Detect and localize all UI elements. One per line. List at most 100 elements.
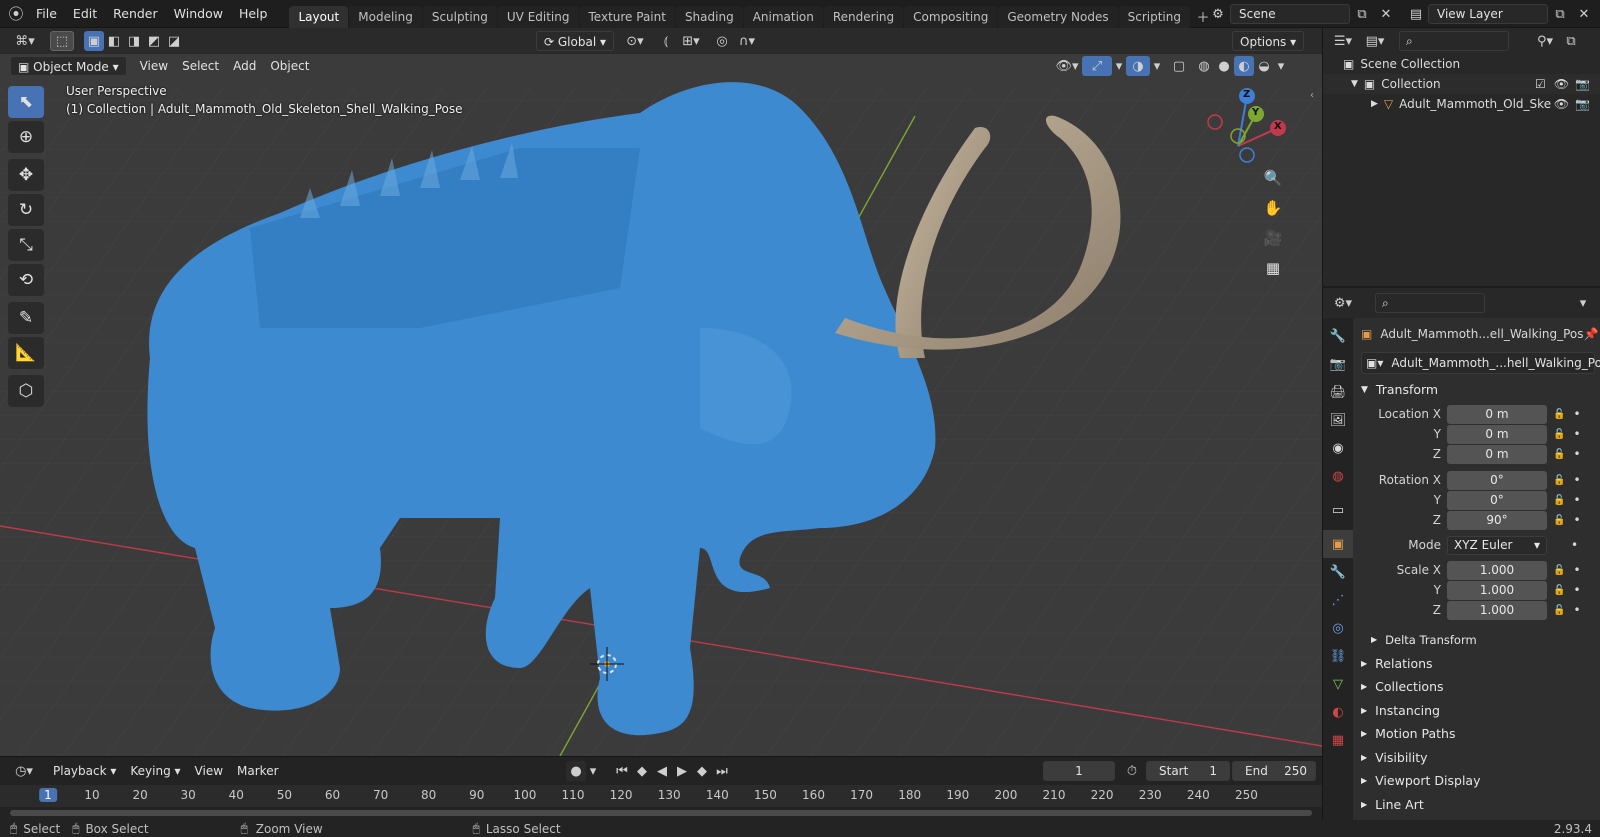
expand-arrow-icon[interactable]: ▼ — [1351, 74, 1358, 94]
object-tab-icon[interactable]: ▣ — [1323, 530, 1353, 558]
eye-icon[interactable]: 👁 — [1554, 74, 1569, 94]
menu-file[interactable]: File — [28, 0, 65, 28]
lock-icon[interactable]: 🔓 — [1553, 495, 1565, 506]
particles-tab-icon[interactable]: ⋰ — [1323, 586, 1353, 614]
timeline-editor-type-icon[interactable]: ◷▾ — [8, 761, 40, 781]
texture-tab-icon[interactable]: ▦ — [1323, 726, 1353, 754]
outliner-editor-type-icon[interactable]: ☰▾ — [1327, 31, 1359, 51]
play-icon[interactable]: ▶ — [672, 761, 692, 781]
pan-hand-icon[interactable]: ✋ — [1259, 194, 1287, 222]
timeline-scrollbar[interactable] — [10, 810, 1312, 816]
keying-menu[interactable]: Keying ▾ — [123, 761, 187, 781]
menu-window[interactable]: Window — [166, 0, 231, 28]
view-layer-tab-icon[interactable]: 🖼 — [1323, 406, 1353, 434]
keyframe-dot-icon[interactable]: • — [1573, 513, 1580, 527]
prev-keyframe-icon[interactable]: ◆ — [632, 761, 652, 781]
xray-icon[interactable]: ▢ — [1168, 56, 1190, 76]
panel-instancing[interactable]: ▶ Instancing — [1357, 699, 1600, 723]
keyframe-dot-icon[interactable]: • — [1573, 427, 1580, 441]
collapse-arrow-icon[interactable]: ▶ — [1371, 94, 1378, 114]
new-view-layer-icon[interactable]: ⧉ — [1548, 4, 1572, 24]
tool-tab-icon[interactable]: 🔧 — [1323, 322, 1353, 350]
location-z-field[interactable]: 0 m — [1447, 444, 1547, 464]
properties-search-input[interactable]: ⌕ — [1375, 293, 1485, 313]
menu-render[interactable]: Render — [105, 0, 166, 28]
annotate-tool[interactable]: ✎ — [8, 302, 44, 334]
playback-menu[interactable]: Playback ▾ — [46, 761, 123, 781]
add-cube-tool[interactable]: ⬡ — [8, 375, 44, 407]
location-y-field[interactable]: 0 m — [1447, 424, 1547, 444]
pin-icon[interactable]: 📌 — [1584, 327, 1599, 341]
view-layer-icon[interactable]: ▤ — [1404, 4, 1428, 24]
object-name-label[interactable]: Adult_Mammoth...ell_Walking_Pos — [1380, 327, 1583, 341]
record-menu-icon[interactable]: ▾ — [586, 761, 600, 781]
tab-sculpting[interactable]: Sculpting — [422, 5, 497, 28]
object-mode-dropdown[interactable]: ▣ Object Mode ▾ — [10, 56, 127, 76]
shading-menu-icon[interactable]: ▾ — [1274, 56, 1288, 76]
scale-tool[interactable]: ⤡ — [8, 229, 44, 261]
lock-icon[interactable]: 🔓 — [1553, 475, 1565, 486]
lock-icon[interactable]: 🔓 — [1553, 449, 1565, 460]
transform-tool[interactable]: ⟲ — [8, 264, 44, 296]
3d-viewport[interactable]: X Y Z ⌘▾ ⬚ ▣ ◧ ◨ ◩ ◪ ⟳ Global ▾ ⊙▾ ⦅ ⊞▾ … — [0, 28, 1322, 756]
solid-shading-icon[interactable]: ● — [1214, 56, 1234, 76]
menu-object[interactable]: Object — [263, 56, 316, 76]
material-shading-icon[interactable]: ◐ — [1234, 56, 1254, 76]
tab-animation[interactable]: Animation — [743, 5, 823, 28]
select-subtract-icon[interactable]: ◨ — [124, 31, 144, 51]
jump-start-icon[interactable]: ⏮ — [612, 761, 632, 781]
camera-icon[interactable]: 📷 — [1575, 74, 1590, 94]
render-tab-icon[interactable]: 📷 — [1323, 350, 1353, 378]
menu-view[interactable]: View — [133, 56, 175, 76]
rotation-mode-dropdown[interactable]: XYZ Euler ▾ — [1447, 535, 1547, 555]
perspective-grid-icon[interactable]: ▦ — [1259, 254, 1287, 282]
menu-select[interactable]: Select — [175, 56, 226, 76]
menu-add[interactable]: Add — [226, 56, 263, 76]
keyframe-dot-icon[interactable]: • — [1573, 493, 1580, 507]
viewport-scene[interactable] — [0, 28, 1322, 756]
select-extend-icon[interactable]: ◧ — [104, 31, 124, 51]
physics-tab-icon[interactable]: ◎ — [1323, 614, 1353, 642]
collection-tab-icon[interactable]: ▭ — [1323, 496, 1353, 524]
blender-logo-icon[interactable]: ⦿ — [4, 4, 28, 24]
view-layer-field[interactable]: View Layer — [1428, 4, 1548, 24]
tab-geometry-nodes[interactable]: Geometry Nodes — [998, 5, 1118, 28]
gizmo-toggle-icon[interactable]: ⤢ — [1082, 56, 1112, 76]
proportional-edit-icon[interactable]: ◎ — [712, 31, 732, 51]
panel-visibility[interactable]: ▶ Visibility — [1357, 746, 1600, 770]
delete-scene-icon[interactable]: ✕ — [1374, 4, 1398, 24]
scene-field[interactable]: Scene — [1230, 4, 1350, 24]
checkbox-icon[interactable]: ☑ — [1535, 74, 1546, 94]
zoom-icon[interactable]: 🔍 — [1259, 164, 1287, 192]
delete-view-layer-icon[interactable]: ✕ — [1572, 4, 1596, 24]
next-keyframe-icon[interactable]: ◆ — [692, 761, 712, 781]
jump-end-icon[interactable]: ⏭ — [712, 761, 732, 781]
material-tab-icon[interactable]: ◐ — [1323, 698, 1353, 726]
constraints-tab-icon[interactable]: ⛓ — [1323, 642, 1353, 670]
lock-icon[interactable]: 🔓 — [1553, 515, 1565, 526]
panel-viewport-display[interactable]: ▶ Viewport Display — [1357, 770, 1600, 794]
select-new-icon[interactable]: ▣ — [84, 31, 104, 51]
keyframe-dot-icon[interactable]: • — [1573, 447, 1580, 461]
lock-icon[interactable]: 🔓 — [1553, 409, 1565, 420]
outliner-row-collection[interactable]: ▼ ▣ Collection ☑ 👁 📷 — [1323, 74, 1600, 94]
lock-icon[interactable]: 🔓 — [1553, 565, 1565, 576]
keyframe-dot-icon[interactable]: • — [1573, 583, 1580, 597]
marker-menu[interactable]: Marker — [230, 761, 285, 781]
current-frame-marker[interactable]: 1 — [39, 788, 57, 802]
tab-compositing[interactable]: Compositing — [904, 5, 998, 28]
rotation-x-field[interactable]: 0° — [1447, 470, 1547, 490]
outliner-search-input[interactable]: ⌕ — [1399, 31, 1509, 51]
select-tool-icon[interactable]: ⬚ — [50, 31, 74, 51]
timeline-view-menu[interactable]: View — [188, 761, 230, 781]
object-eye-icon[interactable]: 👁 — [1554, 94, 1569, 114]
delta-transform-header[interactable]: ▶ Delta Transform — [1357, 628, 1600, 652]
stopwatch-icon[interactable]: ⏱ — [1120, 761, 1144, 781]
frame-ruler[interactable]: 1 10 20 30 40 50 60 70 80 90 100 110 120 130 140 150 160… — [0, 785, 1322, 807]
scene-tab-icon[interactable]: ◉ — [1323, 434, 1353, 462]
keyframe-dot-icon[interactable]: • — [1573, 473, 1580, 487]
filter-icon[interactable]: ⚲▾ — [1529, 31, 1561, 51]
keyframe-dot-icon[interactable]: • — [1573, 563, 1580, 577]
falloff-icon[interactable]: ∩▾ — [732, 31, 762, 51]
scene-icon[interactable]: ⚙ — [1206, 4, 1230, 24]
